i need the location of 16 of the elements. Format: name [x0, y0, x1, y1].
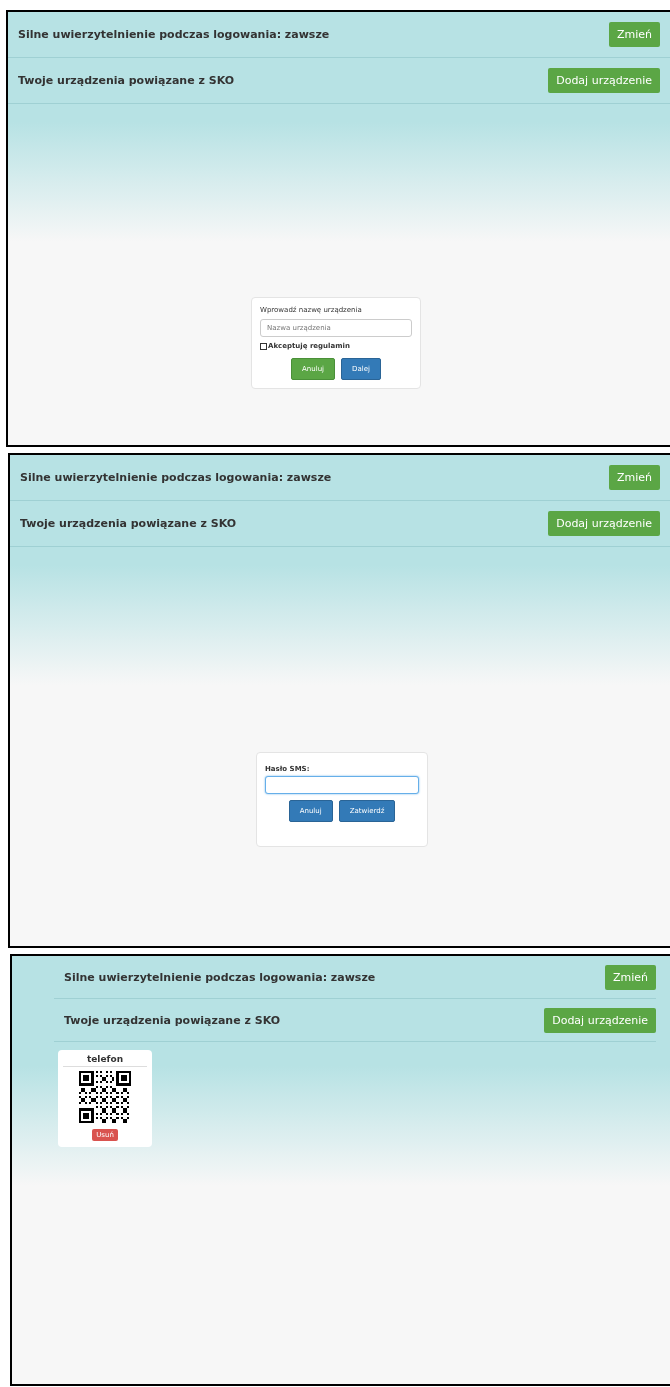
header-button[interactable]: Zmień: [604, 964, 656, 990]
input-field[interactable]: [265, 776, 419, 794]
section-heading: Silne uwierzytelnienie podczas logowania: zawsze: [20, 471, 332, 484]
header-button[interactable]: Dodaj urządzenie: [548, 68, 660, 93]
header-button[interactable]: Zmień: [608, 22, 660, 47]
section-heading: Twoje urządzenia powiązane z SKO: [20, 517, 236, 530]
checkbox[interactable]: [260, 342, 267, 350]
section-heading: Silne uwierzytelnienie podczas logowania: zawsze: [64, 970, 376, 984]
header-button[interactable]: Zmień: [608, 465, 660, 490]
section-heading: Silne uwierzytelnienie podczas logowania: zawsze: [18, 28, 330, 41]
qr-code: [79, 1071, 131, 1123]
header-button[interactable]: Dodaj urządzenie: [548, 511, 660, 536]
header-button[interactable]: Dodaj urządzenie: [544, 1007, 656, 1033]
device-name: telefon: [63, 1054, 147, 1067]
section-heading: Twoje urządzenia powiązane z SKO: [64, 1013, 280, 1027]
section-heading: Twoje urządzenia powiązane z SKO: [18, 74, 234, 87]
